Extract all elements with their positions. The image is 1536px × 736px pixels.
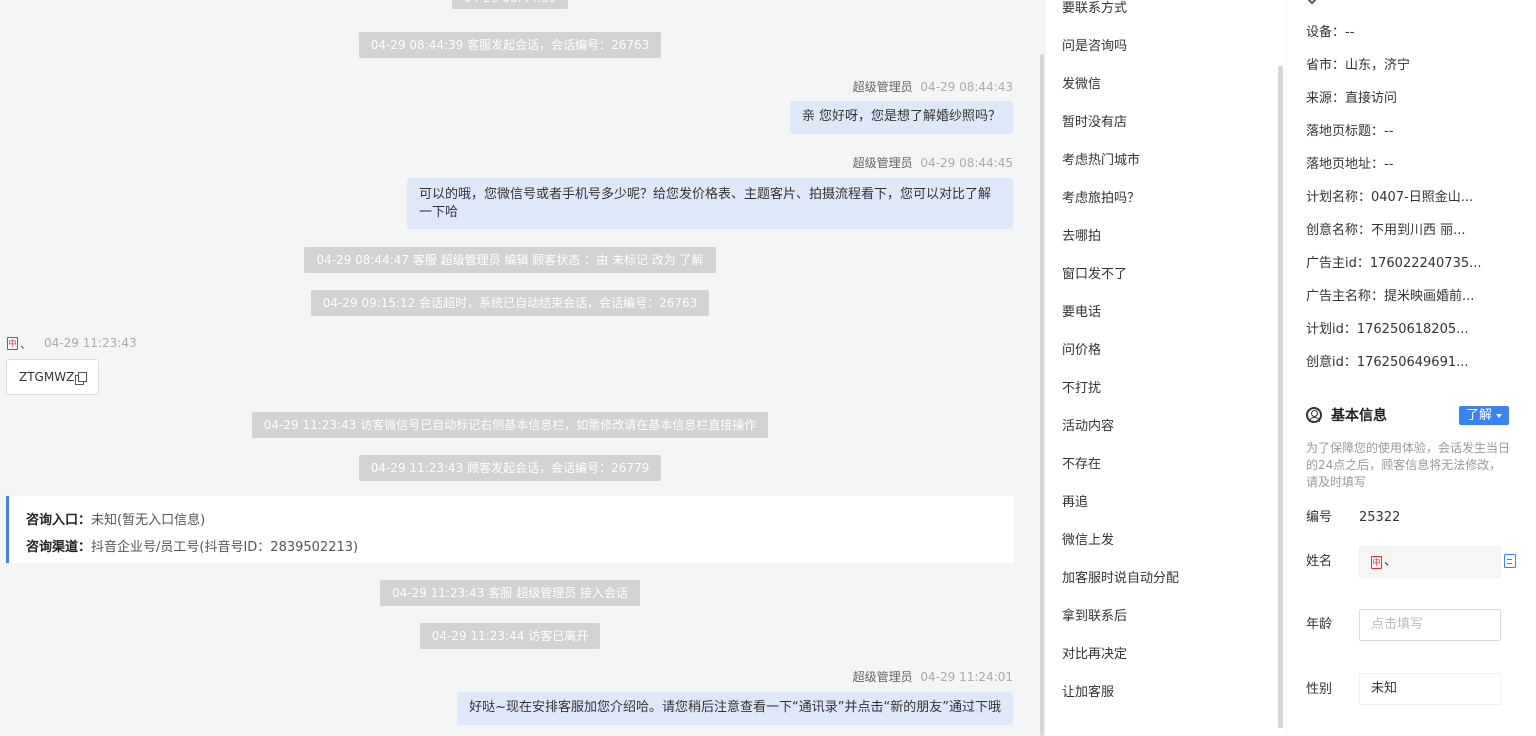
user-circle-icon	[1306, 407, 1322, 423]
basic-info-title: 基本信息	[1306, 405, 1387, 425]
id-label: 编号	[1306, 510, 1333, 525]
quick-phrase-item[interactable]: 去哪拍	[1062, 228, 1101, 246]
sender-name: 超级管理员	[852, 670, 913, 684]
message-header: 超级管理员 04-29 08:44:45	[853, 154, 1013, 170]
copy-icon[interactable]	[75, 371, 88, 385]
customer-status-dropdown[interactable]: 了解	[1459, 406, 1509, 425]
document-icon[interactable]	[1504, 554, 1516, 568]
quick-phrase-item[interactable]: 微信上发	[1062, 532, 1114, 550]
gender-select[interactable]: 未知	[1359, 673, 1501, 705]
channel-label: 咨询渠道：	[26, 540, 92, 555]
agent-message-bubble: 好哒~现在安排客服加您介绍哈。请您稍后注意查看一下“通讯录”并点击“新的朋友”通…	[457, 692, 1013, 725]
info-advertiser-id: 广告主id：176022240735...	[1306, 256, 1482, 271]
message-header: 超级管理员 04-29 08:44:43	[853, 78, 1013, 94]
consult-entry-card: 咨询入口：未知(暂无入口信息) 咨询渠道：抖音企业号/员工号(抖音号ID：283…	[6, 496, 1014, 563]
message-time: 04-29 08:44:43	[920, 80, 1013, 94]
visitor-avatar-icon: 中	[1371, 555, 1382, 569]
message-time: 04-29 11:23:43	[44, 336, 137, 350]
info-device: 设备：--	[1306, 25, 1355, 40]
visitor-name: 、	[20, 336, 33, 351]
agent-message-bubble: 亲 您好呀，您是想了解婚纱照吗？	[789, 101, 1013, 134]
system-message: 04-29 09:15:12 会话超时，系统已自动结束会话，会话编号：26763	[0, 290, 1020, 316]
quick-phrase-item[interactable]: 要电话	[1062, 304, 1101, 322]
agent-message-bubble: 可以的哦，您微信号或者手机号多少呢？给您发价格表、主题客片、拍摄流程看下，您可以…	[407, 178, 1013, 229]
quick-phrase-item[interactable]: 考虑旅拍吗？	[1062, 190, 1140, 208]
visitor-message-header: 中、 04-29 11:23:43	[7, 335, 137, 351]
info-advertiser-name: 广告主名称：提米映画婚前...	[1306, 289, 1475, 304]
info-plan-id: 计划id：176250618205...	[1306, 322, 1469, 337]
info-source: 来源：直接访问	[1306, 91, 1398, 106]
name-label: 姓名	[1306, 554, 1333, 569]
name-field[interactable]: 中、	[1359, 546, 1501, 578]
message-time: 04-29 08:44:45	[920, 156, 1013, 170]
quick-phrase-item[interactable]: 拿到联系后	[1062, 608, 1127, 626]
id-value: 25322	[1359, 510, 1401, 525]
age-input[interactable]: 点击填写	[1359, 609, 1501, 641]
quick-phrase-item[interactable]: 对比再决定	[1062, 646, 1127, 664]
customer-info-panel: 设备：-- 省市：山东，济宁 来源：直接访问 落地页标题：-- 落地页地址：--…	[1287, 0, 1536, 736]
phrases-scrollbar[interactable]	[1278, 66, 1283, 728]
quick-phrase-item[interactable]: 让加客服	[1062, 684, 1114, 702]
edit-deadline-hint: 为了保障您的使用体验，会话发生当日的24点之后，顾客信息将无法修改，请及时填写	[1306, 441, 1511, 489]
quick-phrase-item[interactable]: 窗口发不了	[1062, 266, 1127, 284]
system-message: 04-29 11:23:43 客服 超级管理员 接入会话	[0, 580, 1020, 606]
quick-phrases-panel: 要联系方式 问是咨询吗 发微信 暂时没有店 考虑热门城市 考虑旅拍吗？ 去哪拍 …	[1046, 0, 1286, 736]
quick-phrase-item[interactable]: 发微信	[1062, 76, 1101, 94]
info-plan-name: 计划名称：0407-日照金山...	[1306, 190, 1474, 205]
info-creative-id: 创意id：176250649691...	[1306, 355, 1469, 370]
quick-phrase-item[interactable]: 不打扰	[1062, 380, 1101, 398]
quick-phrase-item[interactable]: 暂时没有店	[1062, 114, 1127, 132]
sender-name: 超级管理员	[852, 156, 913, 170]
system-message: 04-29 08:44:39	[0, 0, 1020, 9]
visitor-avatar-icon: 中	[7, 336, 18, 350]
quick-phrase-item[interactable]: 问是咨询吗	[1062, 38, 1127, 56]
chevron-down-icon	[1496, 414, 1502, 418]
system-message: 04-29 08:44:39 客服发起会话，会话编号：26763	[0, 32, 1020, 58]
chat-workspace: 04-29 08:44:39 04-29 08:44:39 客服发起会话，会话编…	[0, 0, 1536, 736]
info-creative-name: 创意名称：不用到川西 丽...	[1306, 223, 1466, 238]
gender-label: 性别	[1306, 682, 1333, 697]
section-header-partial	[1303, 0, 1526, 5]
message-header: 超级管理员 04-29 11:24:01	[853, 668, 1013, 684]
quick-phrase-item[interactable]: 问价格	[1062, 342, 1101, 360]
quick-phrase-item[interactable]: 活动内容	[1062, 418, 1114, 436]
quick-phrase-item[interactable]: 再追	[1062, 494, 1088, 512]
system-message: 04-29 08:44:47 客服 超级管理员 编辑 顾客状态 ：由 未标记 改…	[0, 247, 1020, 273]
location-pin-icon	[1303, 0, 1321, 5]
system-message: 04-29 11:23:43 顾客发起会话，会话编号：26779	[0, 455, 1020, 481]
system-message: 04-29 11:23:44 访客已离开	[0, 623, 1020, 649]
message-time: 04-29 11:24:01	[920, 670, 1013, 684]
quick-phrase-item[interactable]: 要联系方式	[1062, 0, 1127, 18]
system-message: 04-29 11:23:43 访客微信号已自动标记右侧基本信息栏，如需修改请在基…	[0, 412, 1020, 438]
quick-phrase-item[interactable]: 考虑热门城市	[1062, 152, 1140, 170]
channel-value: 抖音企业号/员工号(抖音号ID：2839502213)	[91, 540, 359, 555]
chat-scrollbar[interactable]	[1040, 54, 1044, 736]
info-landing-url: 落地页地址：--	[1306, 157, 1394, 172]
info-landing-title: 落地页标题：--	[1306, 124, 1394, 139]
age-label: 年龄	[1306, 617, 1333, 632]
info-region: 省市：山东，济宁	[1306, 58, 1411, 73]
sender-name: 超级管理员	[852, 80, 913, 94]
quick-phrase-item[interactable]: 不存在	[1062, 456, 1101, 474]
chat-panel: 04-29 08:44:39 04-29 08:44:39 客服发起会话，会话编…	[0, 0, 1034, 736]
quick-phrase-item[interactable]: 加客服时说自动分配	[1062, 570, 1179, 588]
entry-label: 咨询入口：	[26, 513, 92, 528]
entry-value: 未知(暂无入口信息)	[91, 513, 206, 528]
visitor-message-bubble: ZTGMWZ	[6, 359, 99, 395]
